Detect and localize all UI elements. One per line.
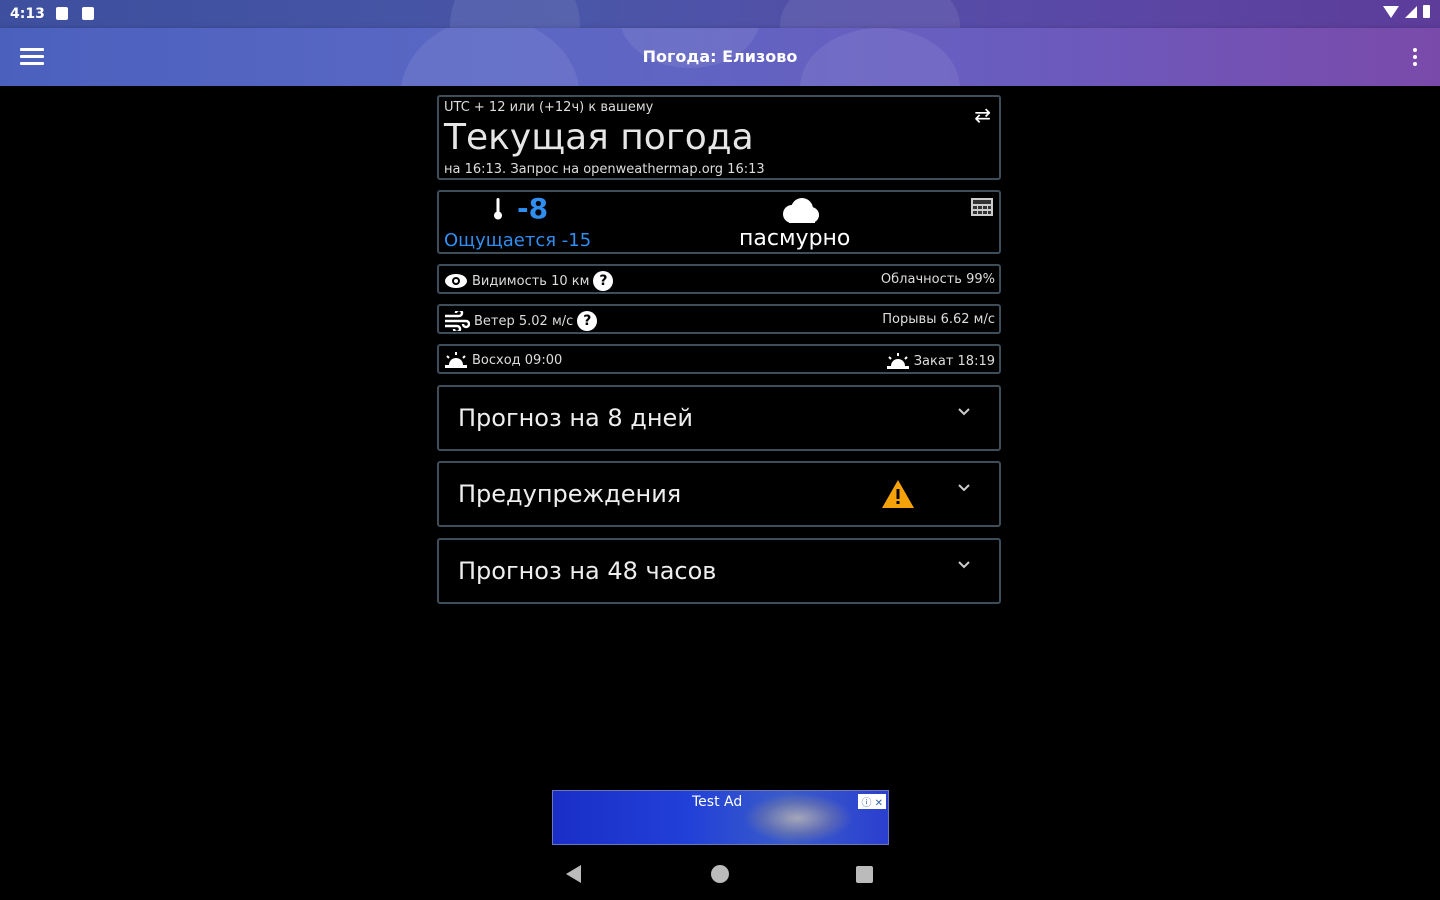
temperature-value: -8 [517, 192, 549, 225]
calculator-icon[interactable] [971, 198, 993, 216]
forecast-8-days-label: Прогноз на 8 дней [458, 404, 693, 432]
current-weather-card: UTC + 12 или (+12ч) к вашему Текущая пог… [437, 95, 1001, 180]
visibility-label: Видимость 10 км [472, 273, 590, 289]
thermometer-icon [494, 198, 502, 220]
ad-banner[interactable]: Test Ad ⓘ ✕ [552, 790, 889, 845]
signal-icon [1405, 5, 1417, 18]
utc-offset: UTC + 12 или (+12ч) к вашему [444, 100, 654, 115]
status-indicators [1383, 5, 1430, 18]
app-title: Погода: Елизово [642, 47, 798, 66]
sunrise-label: Восход 09:00 [472, 352, 563, 368]
sun-row: Восход 09:00 Закат 18:19 [437, 344, 1001, 374]
weather-condition: пасмурно [739, 226, 851, 251]
sunrise-icon [445, 352, 467, 368]
visibility-row: Видимость 10 км ? Облачность 99% [437, 264, 1001, 294]
back-icon[interactable] [566, 865, 581, 883]
sunset-label: Закат 18:19 [913, 353, 995, 369]
request-time: на 16:13. Запрос на openweathermap.org 1… [444, 162, 765, 177]
notification-icon [56, 7, 68, 20]
visibility-help-button[interactable]: ? [593, 271, 614, 291]
eye-icon [445, 274, 467, 288]
chevron-down-icon[interactable] [957, 558, 971, 572]
wind-icon [445, 311, 470, 331]
cloudiness-label: Облачность 99% [880, 272, 995, 287]
warnings-label: Предупреждения [458, 480, 682, 508]
wind-label: Ветер 5.02 м/с [474, 313, 574, 329]
repeat-icon[interactable]: ⇄ [974, 103, 991, 127]
sd-card-icon [82, 7, 94, 20]
chevron-down-icon[interactable] [957, 405, 971, 419]
battery-icon [1423, 5, 1430, 18]
more-vert-icon[interactable] [1412, 48, 1418, 69]
gusts-label: Порывы 6.62 м/с [882, 312, 995, 327]
ad-image [743, 793, 853, 843]
forecast-8-days-section[interactable]: Прогноз на 8 дней [437, 385, 1001, 451]
temperature-card: -8 Ощущается -15 пасмурно [437, 190, 1001, 254]
feels-like: Ощущается -15 [444, 230, 592, 251]
wifi-icon [1383, 5, 1399, 18]
warnings-section[interactable]: Предупреждения [437, 461, 1001, 527]
home-icon[interactable] [711, 865, 729, 883]
current-weather-title: Текущая погода [444, 117, 754, 158]
app-bar: Погода: Елизово [0, 28, 1440, 86]
status-time: 4:13 [10, 6, 45, 22]
forecast-48-hours-label: Прогноз на 48 часов [458, 557, 717, 585]
navigation-bar [0, 860, 1440, 890]
sunset-icon [886, 353, 909, 369]
wind-row: Ветер 5.02 м/с ? Порывы 6.62 м/с [437, 304, 1001, 334]
warning-icon [882, 480, 914, 508]
ad-close-button[interactable]: ⓘ ✕ [858, 794, 886, 809]
cloud-icon [783, 198, 819, 223]
forecast-48-hours-section[interactable]: Прогноз на 48 часов [437, 538, 1001, 604]
recents-icon[interactable] [856, 866, 873, 883]
wind-help-button[interactable]: ? [577, 311, 598, 331]
chevron-down-icon[interactable] [957, 481, 971, 495]
ad-label: Test Ad [692, 794, 743, 810]
status-bar: 4:13 [0, 0, 1440, 28]
